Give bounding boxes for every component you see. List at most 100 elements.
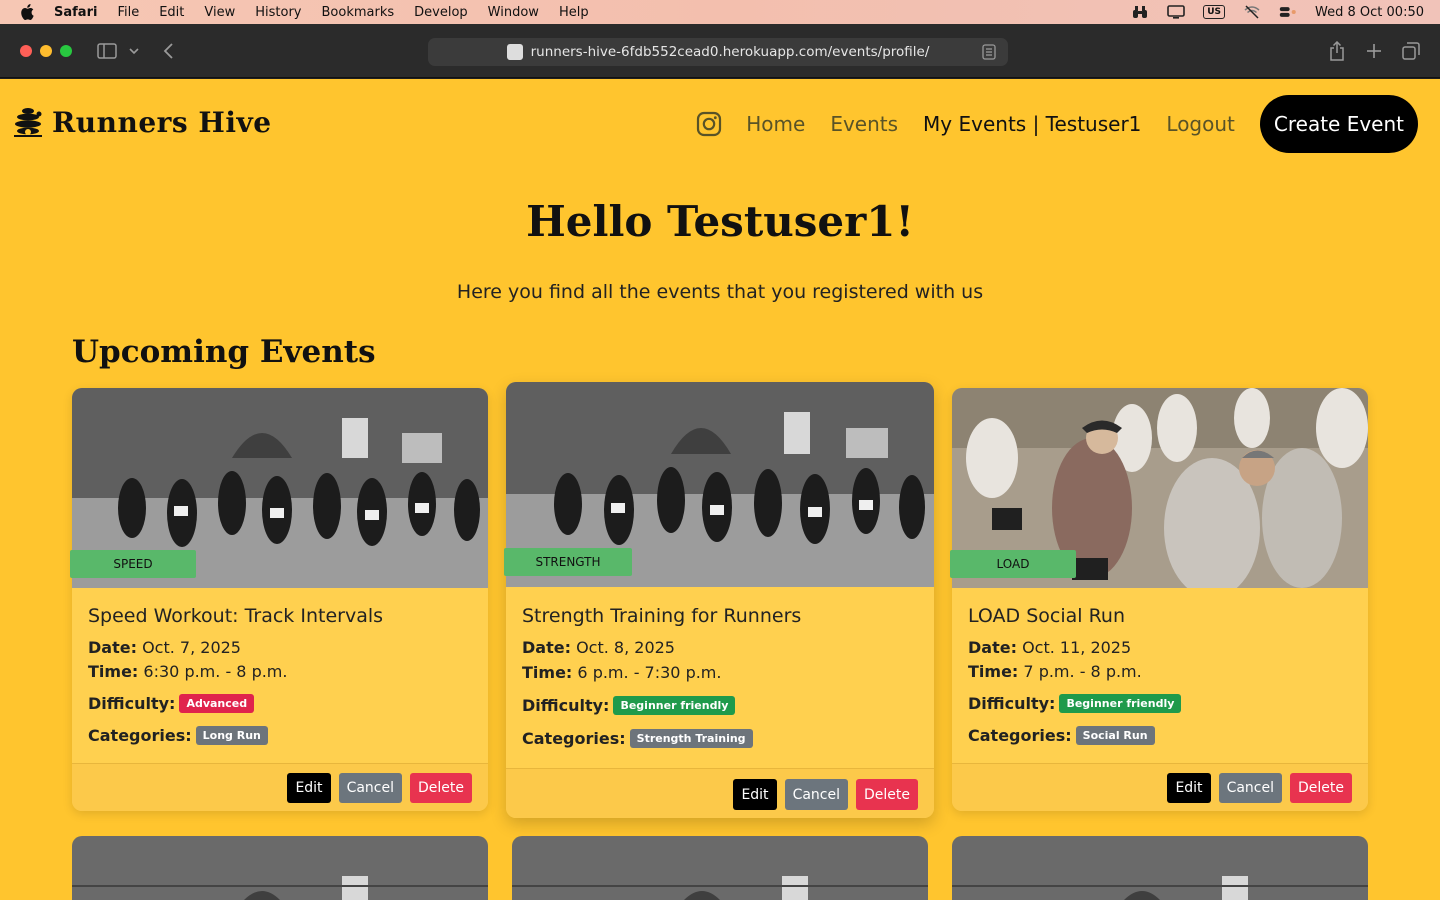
delete-button[interactable]: Delete <box>410 773 472 803</box>
category-badge: SPEED <box>70 550 196 578</box>
event-card: STRENGTH Strength Training for Runners D… <box>504 382 934 818</box>
event-date: Date: Oct. 8, 2025 <box>522 638 675 657</box>
nav-events-link[interactable]: Events <box>830 112 898 136</box>
nav-logout-link[interactable]: Logout <box>1166 112 1234 136</box>
difficulty-badge: Beginner friendly <box>613 696 736 715</box>
date-value: Oct. 7, 2025 <box>142 638 241 657</box>
time-value: 7 p.m. - 8 p.m. <box>1023 662 1142 681</box>
menu-app-name[interactable]: Safari <box>54 5 97 20</box>
event-photo-partial <box>952 836 1368 900</box>
event-title[interactable]: Speed Workout: Track Intervals <box>88 605 383 627</box>
event-photo-partial <box>72 836 488 900</box>
brand-name: Runners Hive <box>52 105 272 139</box>
page-title: Hello Testuser1! <box>526 197 914 246</box>
nav-my-events-link[interactable]: My Events | Testuser1 <box>923 112 1141 136</box>
menu-window[interactable]: Window <box>488 5 539 20</box>
site-navbar: Runners Hive Home Events My Events | Tes… <box>0 79 1440 169</box>
difficulty-label: Difficulty: <box>88 694 176 713</box>
apple-icon[interactable] <box>20 4 34 20</box>
share-icon[interactable] <box>1326 40 1348 62</box>
event-difficulty: Difficulty: Beginner friendly <box>968 694 1182 713</box>
wifi-off-icon[interactable] <box>1243 4 1261 20</box>
reader-icon[interactable] <box>982 44 996 60</box>
delete-button[interactable]: Delete <box>856 779 918 810</box>
category-pill: Social Run <box>1075 726 1155 745</box>
create-event-button[interactable]: Create Event <box>1259 95 1418 153</box>
difficulty-badge: Beginner friendly <box>1059 694 1182 713</box>
address-bar[interactable]: runners-hive-6fdb552cead0.herokuapp.com/… <box>428 38 1008 66</box>
cancel-button[interactable]: Cancel <box>338 773 402 803</box>
categories-label: Categories: <box>88 726 192 745</box>
menu-develop[interactable]: Develop <box>414 5 468 20</box>
difficulty-badge: Advanced <box>179 694 255 713</box>
time-value: 6:30 p.m. - 8 p.m. <box>143 662 288 681</box>
category-pill: Strength Training <box>629 729 753 748</box>
control-center-icon[interactable] <box>1279 4 1297 20</box>
event-photo-partial <box>512 836 928 900</box>
date-label: Date: <box>88 638 137 657</box>
difficulty-label: Difficulty: <box>968 694 1056 713</box>
event-time: Time: 6 p.m. - 7:30 p.m. <box>522 663 721 682</box>
nav-home-link[interactable]: Home <box>746 112 805 136</box>
menubar-clock[interactable]: Wed 8 Oct 00:50 <box>1315 5 1424 20</box>
display-icon[interactable] <box>1167 4 1186 20</box>
delete-button[interactable]: Delete <box>1290 773 1352 803</box>
event-difficulty: Difficulty: Advanced <box>88 694 255 713</box>
edit-button[interactable]: Edit <box>733 779 777 810</box>
window-minimize-button[interactable] <box>40 45 52 57</box>
input-source-badge[interactable]: US <box>1203 5 1226 19</box>
event-difficulty: Difficulty: Beginner friendly <box>522 696 736 715</box>
nav-links: Home Events My Events | Testuser1 Logout… <box>696 95 1418 153</box>
event-categories: Categories: Strength Training <box>522 729 753 748</box>
event-title[interactable]: LOAD Social Run <box>968 605 1125 627</box>
event-categories: Categories: Long Run <box>88 726 268 745</box>
web-page: Runners Hive Home Events My Events | Tes… <box>0 79 1440 900</box>
categories-label: Categories: <box>968 726 1072 745</box>
new-tab-icon[interactable] <box>1363 40 1385 62</box>
event-date: Date: Oct. 11, 2025 <box>968 638 1131 657</box>
address-url: runners-hive-6fdb552cead0.herokuapp.com/… <box>530 44 930 60</box>
event-time: Time: 6:30 p.m. - 8 p.m. <box>88 662 287 681</box>
event-card: SPEED Speed Workout: Track Intervals Dat… <box>70 388 488 811</box>
window-zoom-button[interactable] <box>60 45 72 57</box>
back-arrow-icon[interactable] <box>158 40 180 62</box>
tab-overview-icon[interactable] <box>1400 40 1422 62</box>
menu-help[interactable]: Help <box>559 5 589 20</box>
card-footer: Edit Cancel Delete <box>506 768 934 818</box>
beehive-logo-icon <box>14 108 42 137</box>
edit-button[interactable]: Edit <box>287 773 331 803</box>
chevron-down-icon[interactable] <box>126 40 142 62</box>
difficulty-label: Difficulty: <box>522 696 610 715</box>
event-title[interactable]: Strength Training for Runners <box>522 605 801 627</box>
event-date: Date: Oct. 7, 2025 <box>88 638 241 657</box>
category-badge: LOAD <box>950 550 1076 578</box>
sidebar-toggle-icon[interactable] <box>96 40 118 62</box>
date-label: Date: <box>522 638 571 657</box>
edit-button[interactable]: Edit <box>1167 773 1211 803</box>
binoculars-icon[interactable] <box>1131 4 1149 20</box>
page-subtitle: Here you find all the events that you re… <box>456 281 984 303</box>
card-footer: Edit Cancel Delete <box>72 763 488 811</box>
menu-file[interactable]: File <box>117 5 139 20</box>
category-pill: Long Run <box>195 726 268 745</box>
event-card: LOAD LOAD Social Run Date: Oct. 11, 2025… <box>950 388 1368 811</box>
card-footer: Edit Cancel Delete <box>952 763 1368 811</box>
event-categories: Categories: Social Run <box>968 726 1155 745</box>
brand-link[interactable]: Runners Hive <box>12 105 272 139</box>
menu-edit[interactable]: Edit <box>159 5 184 20</box>
menu-view[interactable]: View <box>204 5 235 20</box>
time-value: 6 p.m. - 7:30 p.m. <box>577 663 722 682</box>
time-label: Time: <box>522 663 573 682</box>
time-label: Time: <box>88 662 139 681</box>
instagram-icon[interactable] <box>696 111 722 137</box>
section-title: Upcoming Events <box>72 334 376 370</box>
menu-history[interactable]: History <box>255 5 301 20</box>
cancel-button[interactable]: Cancel <box>784 779 848 810</box>
date-value: Oct. 8, 2025 <box>576 638 675 657</box>
macos-menubar: Safari File Edit View History Bookmarks … <box>0 0 1440 24</box>
menu-bookmarks[interactable]: Bookmarks <box>322 5 395 20</box>
categories-label: Categories: <box>522 729 626 748</box>
category-badge: STRENGTH <box>504 548 632 576</box>
cancel-button[interactable]: Cancel <box>1218 773 1282 803</box>
window-close-button[interactable] <box>20 45 32 57</box>
